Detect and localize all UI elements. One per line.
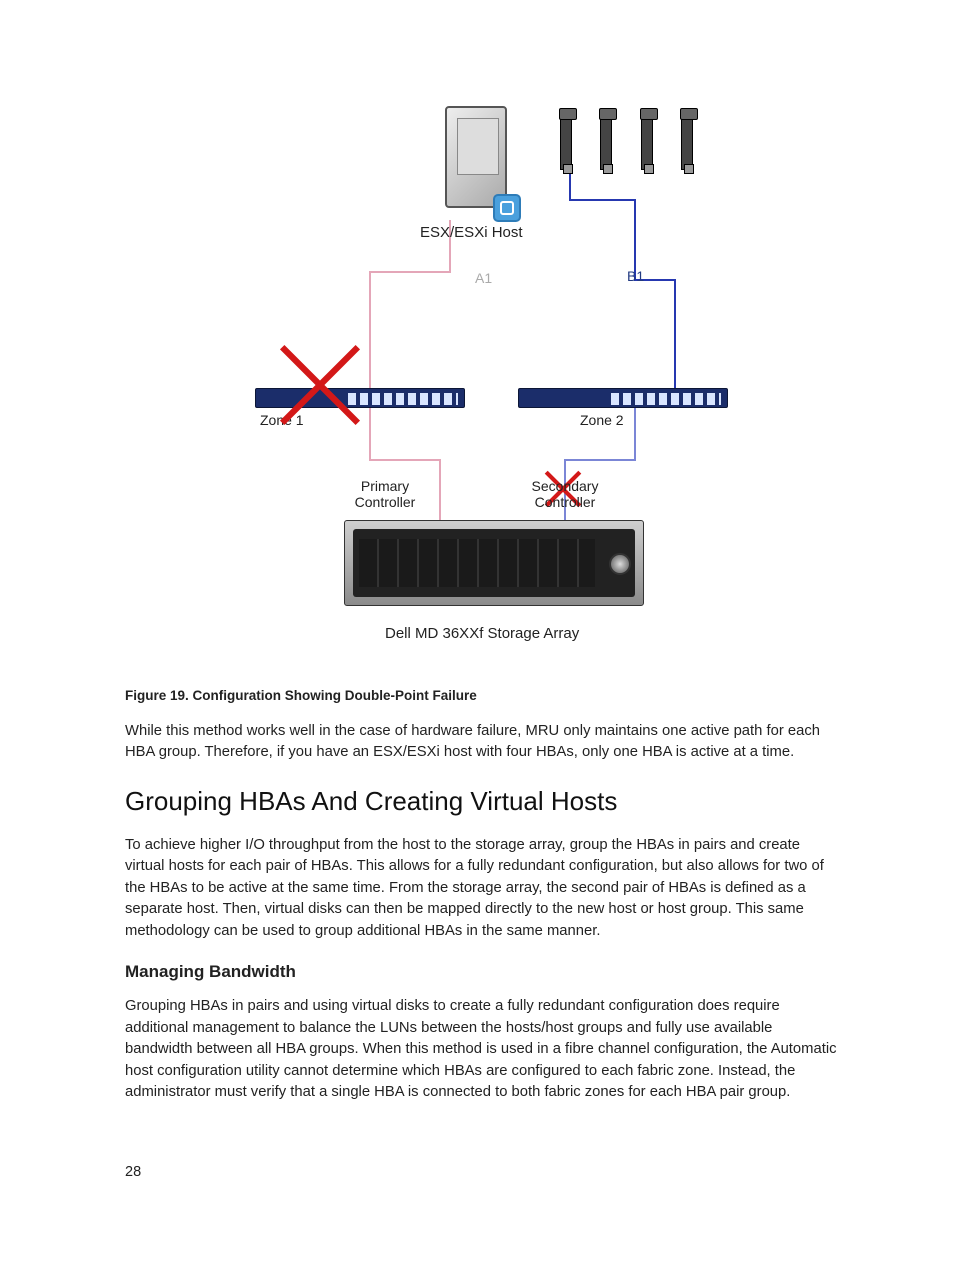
primary-controller-line1: Primary bbox=[361, 478, 409, 494]
zone2-label: Zone 2 bbox=[580, 412, 624, 428]
configuration-diagram: ESX/ESXi Host A1 B1 Zone 1 Zone 2 Primar… bbox=[280, 100, 760, 680]
figure-caption: Figure 19. Configuration Showing Double-… bbox=[125, 688, 839, 703]
paragraph: To achieve higher I/O throughput from th… bbox=[125, 835, 839, 942]
hba-group bbox=[560, 114, 717, 175]
primary-controller-label: Primary Controller bbox=[330, 478, 440, 510]
paragraph: While this method works well in the case… bbox=[125, 721, 839, 764]
primary-controller-line2: Controller bbox=[355, 494, 416, 510]
secondary-controller-line2: Controller bbox=[535, 494, 596, 510]
storage-array-icon bbox=[344, 520, 644, 606]
paragraph: Grouping HBAs in pairs and using virtual… bbox=[125, 996, 839, 1103]
hba-icon bbox=[681, 114, 693, 170]
hba-icon bbox=[600, 114, 612, 170]
host-label: ESX/ESXi Host bbox=[420, 224, 523, 241]
secondary-controller-line1: Secondary bbox=[532, 478, 599, 494]
path-label-a1: A1 bbox=[475, 270, 492, 286]
esx-host-icon bbox=[445, 106, 515, 216]
fc-switch-zone2 bbox=[518, 388, 728, 408]
fc-switch-zone1 bbox=[255, 388, 465, 408]
hba-icon bbox=[641, 114, 653, 170]
secondary-controller-label: Secondary Controller bbox=[510, 478, 620, 510]
hba-icon bbox=[560, 114, 572, 170]
page-number: 28 bbox=[125, 1164, 141, 1180]
storage-array-label: Dell MD 36XXf Storage Array bbox=[385, 625, 579, 642]
path-label-b1: B1 bbox=[627, 268, 644, 284]
zone1-label: Zone 1 bbox=[260, 412, 304, 428]
section-heading: Grouping HBAs And Creating Virtual Hosts bbox=[125, 786, 839, 817]
subsection-heading: Managing Bandwidth bbox=[125, 962, 839, 982]
